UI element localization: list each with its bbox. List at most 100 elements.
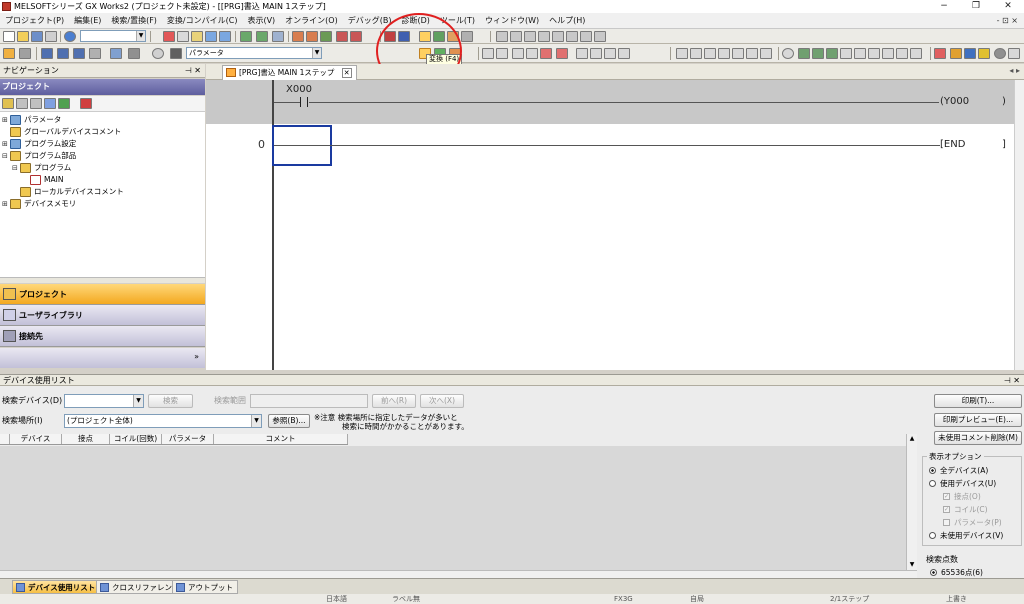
cut-icon[interactable]: [163, 31, 175, 42]
scroll-down-icon[interactable]: ▼: [907, 560, 917, 570]
watch-icon[interactable]: [336, 31, 348, 42]
device-grid-vscroll[interactable]: ▲ ▼: [906, 434, 917, 570]
tree-item-device-memory[interactable]: ⊞ デバイスメモリ: [2, 198, 76, 210]
rebuild-icon[interactable]: [461, 31, 473, 42]
radio-used-devices[interactable]: 使用デバイス(U): [929, 478, 996, 489]
expand-more-icon[interactable]: »: [194, 352, 199, 361]
zoom-icon[interactable]: [994, 48, 1006, 59]
prev-button[interactable]: 前へ(R): [372, 394, 416, 408]
check-contact[interactable]: ✓ 接点(O): [943, 491, 981, 502]
tab-output[interactable]: アウトプット: [172, 580, 238, 594]
invert-icon[interactable]: [618, 48, 630, 59]
option-icon[interactable]: [110, 48, 122, 59]
monitor-stop-icon[interactable]: [306, 31, 318, 42]
delete-unused-comment-button[interactable]: 未使用コメント削除(M): [934, 431, 1022, 445]
parallel-pulse-icon[interactable]: [604, 48, 616, 59]
view-6-icon[interactable]: [910, 48, 922, 59]
search-device-icon[interactable]: [978, 48, 990, 59]
parameter-combo[interactable]: パラメータ ▼: [186, 47, 322, 59]
device-list-pin-close[interactable]: ⊣ ✕: [1004, 375, 1020, 386]
comment-icon[interactable]: [782, 48, 794, 59]
device-grid-body[interactable]: [0, 446, 906, 570]
search-device-input[interactable]: ▼: [64, 394, 144, 408]
view-1-icon[interactable]: [840, 48, 852, 59]
copy-icon[interactable]: [177, 31, 189, 42]
col-parameter[interactable]: パラメータ: [162, 434, 214, 444]
device-test-icon[interactable]: [350, 31, 362, 42]
end-instruction[interactable]: [END: [940, 139, 965, 150]
search-button[interactable]: 検索: [148, 394, 193, 408]
col-coil[interactable]: コイル(回数): [110, 434, 162, 444]
paste-icon[interactable]: [191, 31, 203, 42]
print-icon[interactable]: [45, 31, 57, 42]
ladder-misc-6-icon[interactable]: [746, 48, 758, 59]
write-plc-icon[interactable]: [256, 31, 268, 42]
tree-item-program-parts[interactable]: ⊟ プログラム部品: [2, 150, 76, 162]
tree-item-program-setting[interactable]: ⊞ プログラム設定: [2, 138, 76, 150]
tab-device-usage-list[interactable]: デバイス使用リスト: [12, 580, 101, 594]
ladder-tool-6-icon[interactable]: [566, 31, 578, 42]
help-icon[interactable]: [64, 31, 76, 42]
note-icon[interactable]: [812, 48, 824, 59]
verify-plc-icon[interactable]: [272, 31, 284, 42]
write-mode-icon[interactable]: [950, 48, 962, 59]
tab-prg-main[interactable]: [PRG]書込 MAIN 1ステップ ✕: [222, 65, 357, 80]
navigation-pin-close[interactable]: ⊣ ✕: [185, 64, 201, 77]
close-icon[interactable]: ✕: [992, 0, 1024, 13]
tree-item-local-comment[interactable]: ローカルデバイスコメント: [12, 186, 124, 198]
window-1-icon[interactable]: [41, 48, 53, 59]
nav-prop-icon[interactable]: [16, 98, 28, 109]
tree-item-global-comment[interactable]: グローバルデバイスコメント: [2, 126, 121, 138]
nav-new-icon[interactable]: [2, 98, 14, 109]
ladder-tool-3-icon[interactable]: [524, 31, 536, 42]
window-2-icon[interactable]: [57, 48, 69, 59]
toolbar-combo-1[interactable]: ▼: [80, 30, 146, 42]
redo-icon[interactable]: [219, 31, 231, 42]
coil-y000-label[interactable]: (Y000: [940, 96, 969, 107]
parallel-contact-icon[interactable]: [512, 48, 524, 59]
col-contact[interactable]: 接点: [62, 434, 110, 444]
menu-edit[interactable]: 編集(E): [69, 15, 106, 26]
contact-nc-f6-icon[interactable]: [496, 48, 508, 59]
ladder-tool-4-icon[interactable]: [538, 31, 550, 42]
check-coil[interactable]: ✓ コイル(C): [943, 504, 988, 515]
alias-icon[interactable]: [826, 48, 838, 59]
nav-copy-icon[interactable]: [30, 98, 42, 109]
ladder-tool-2-icon[interactable]: [510, 31, 522, 42]
new-file-icon[interactable]: [3, 31, 15, 42]
window-4-icon[interactable]: [89, 48, 101, 59]
monitor-write-icon[interactable]: [320, 31, 332, 42]
restore-icon[interactable]: ❐: [960, 0, 992, 13]
check-parameter[interactable]: パラメータ(P): [943, 517, 1002, 528]
ladder-misc-2-icon[interactable]: [690, 48, 702, 59]
menu-window[interactable]: ウィンドウ(W): [480, 15, 544, 26]
rising-pulse-icon[interactable]: [576, 48, 588, 59]
nav-tab-connection[interactable]: 接続先: [0, 326, 205, 347]
ladder-misc-4-icon[interactable]: [718, 48, 730, 59]
coil-f7-icon[interactable]: [526, 48, 538, 59]
refresh-icon[interactable]: [152, 48, 164, 59]
device-grid-hscroll[interactable]: [0, 570, 917, 578]
delete-vertical-icon[interactable]: [556, 48, 568, 59]
tree-item-main[interactable]: MAIN: [30, 174, 63, 186]
menu-online[interactable]: オンライン(O): [280, 15, 343, 26]
radio-all-devices[interactable]: 全デバイス(A): [929, 465, 988, 476]
nav-sort-icon[interactable]: [80, 98, 92, 109]
toolbar-overflow-icon[interactable]: [1008, 48, 1020, 59]
menu-view[interactable]: 表示(V): [242, 15, 280, 26]
tab-scroll-arrows[interactable]: ◂ ▸: [1009, 66, 1020, 75]
tree-item-program[interactable]: ⊟ プログラム: [12, 162, 71, 174]
print-preview-button[interactable]: 印刷プレビュー(E)...: [934, 413, 1022, 427]
view-4-icon[interactable]: [882, 48, 894, 59]
nav-open-icon[interactable]: [58, 98, 70, 109]
undo-icon[interactable]: [205, 31, 217, 42]
contact-f5-icon[interactable]: [482, 48, 494, 59]
ladder-misc-1-icon[interactable]: [676, 48, 688, 59]
read-plc-icon[interactable]: [240, 31, 252, 42]
project-view-icon[interactable]: [3, 48, 15, 59]
col-device[interactable]: デバイス: [10, 434, 62, 444]
contact-x000[interactable]: [300, 97, 308, 107]
ladder-misc-5-icon[interactable]: [732, 48, 744, 59]
scroll-up-icon[interactable]: ▲: [907, 434, 917, 444]
next-button[interactable]: 次へ(X): [420, 394, 464, 408]
